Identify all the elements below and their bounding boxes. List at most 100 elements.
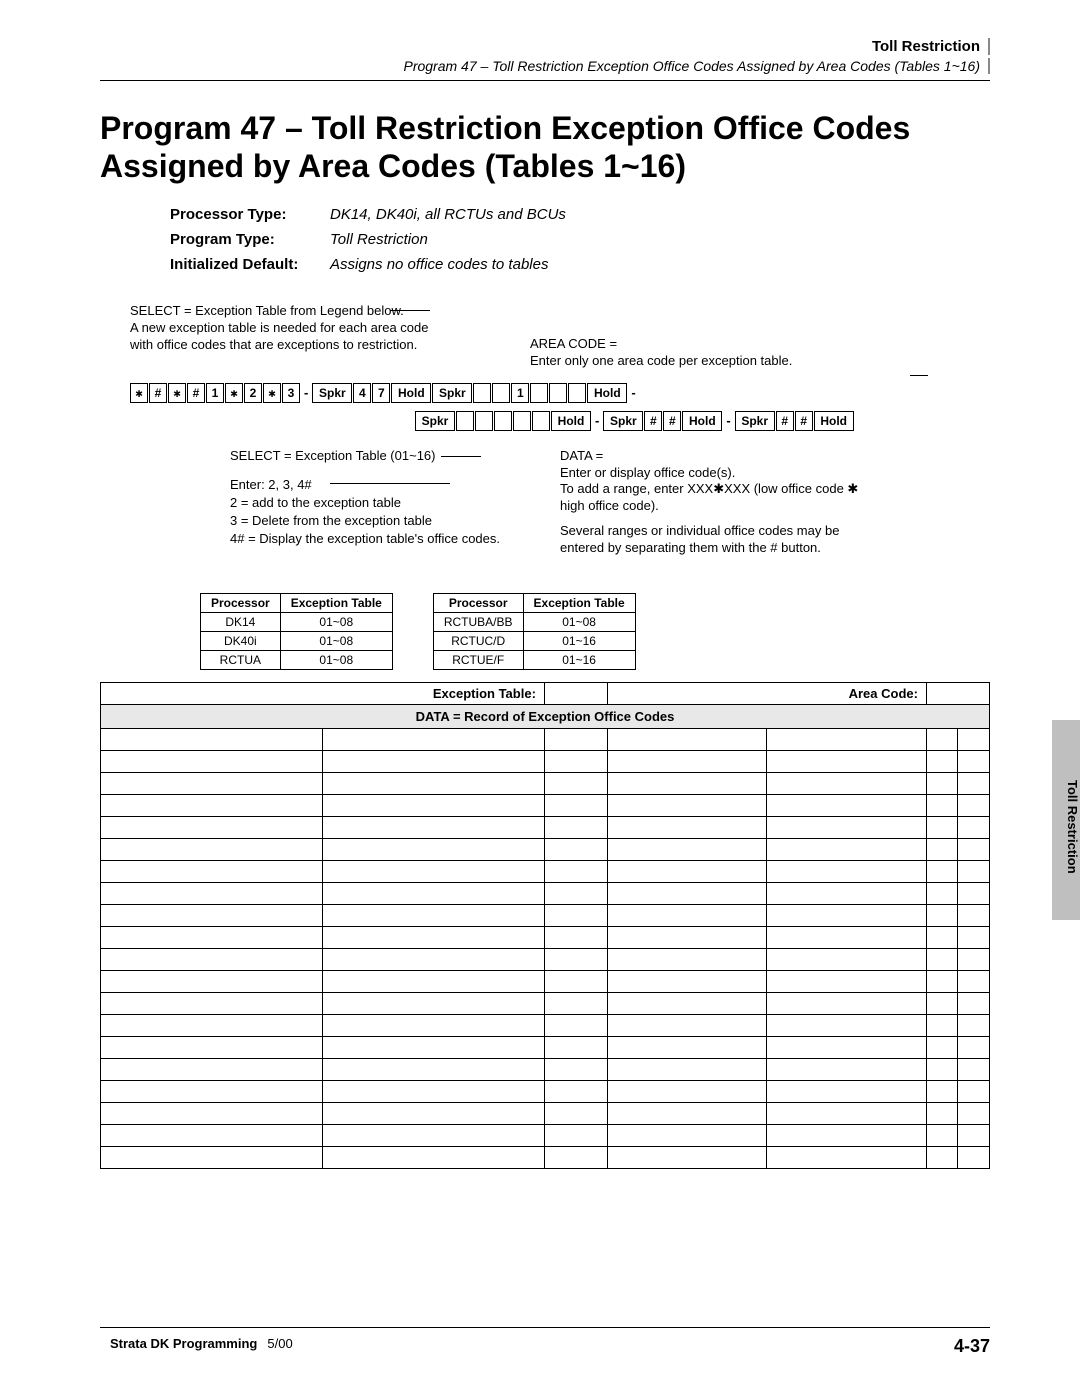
key-star: ✱ [130,383,148,403]
table-row [101,794,990,816]
table-cell [322,794,544,816]
key-1: 1 [206,383,224,403]
exception-table-label: Exception Table: [101,682,545,704]
table-cell [767,750,927,772]
table-cell [101,860,323,882]
table-cell [958,1124,990,1146]
key-blank [530,383,548,403]
table-cell [926,750,957,772]
table-row [101,882,990,904]
key-sequence-row-2: Spkr Hold - Spkr # # Hold - Spkr # # Hol… [415,411,854,431]
select-note-3: SELECT = Exception Table (01~16) [230,448,435,463]
table-cell [607,860,767,882]
table-cell [544,970,607,992]
table-cell [958,1102,990,1124]
key-blank [532,411,550,431]
td: DK40i [201,631,281,650]
table-cell [322,904,544,926]
processor-table-2: ProcessorException Table RCTUBA/BB01~08 … [433,593,636,670]
meta-block: Processor Type:DK14, DK40i, all RCTUs an… [170,206,990,273]
table-row [101,904,990,926]
td: 01~16 [523,631,635,650]
table-cell [322,882,544,904]
table-cell [767,728,927,750]
select-note-2: A new exception table is needed for each… [130,320,440,354]
table-cell [322,750,544,772]
td: RCTUC/D [433,631,523,650]
key-spkr: Spkr [603,411,643,431]
table-cell [322,816,544,838]
data-note: Enter or display office code(s). [560,465,735,482]
table-cell [926,882,957,904]
table-cell [607,948,767,970]
table-cell [767,860,927,882]
table-cell [322,992,544,1014]
table-cell [101,1146,323,1168]
table-cell [958,992,990,1014]
table-cell [958,1014,990,1036]
table-cell [958,926,990,948]
select-note-1: SELECT = Exception Table from Legend bel… [130,303,440,320]
init-default-label: Initialized Default: [170,256,330,273]
table-cell [607,794,767,816]
table-row [101,1058,990,1080]
separator-note: Several ranges or individual office code… [560,523,880,557]
processor-tables: ProcessorException Table DK1401~08 DK40i… [200,593,990,670]
table-cell [101,1036,323,1058]
table-cell [322,838,544,860]
table-cell [607,838,767,860]
key-spkr: Spkr [312,383,352,403]
table-cell [767,926,927,948]
key-blank [494,411,512,431]
table-cell [322,772,544,794]
enter-opt-3: 3 = Delete from the exception table [230,512,500,530]
key-hold: Hold [587,383,627,403]
table-cell [101,948,323,970]
table-cell [607,904,767,926]
footer-doc-title: Strata DK Programming [110,1336,257,1351]
table-cell [958,882,990,904]
table-cell [544,728,607,750]
table-cell [767,1146,927,1168]
table-cell [926,948,957,970]
table-cell [926,1058,957,1080]
page-footer: Strata DK Programming5/00 4-37 [100,1327,990,1357]
table-cell [544,750,607,772]
proc-type-label: Processor Type: [170,206,330,223]
key-blank [456,411,474,431]
table-cell [101,1080,323,1102]
header-rule [100,80,990,81]
table-cell [322,970,544,992]
table-cell [958,794,990,816]
table-cell [322,728,544,750]
prog-type-value: Toll Restriction [330,231,428,248]
key-spkr: Spkr [415,411,455,431]
key-sequence-row-1: ✱ # ✱ # 1 ✱ 2 ✱ 3 - Spkr 4 7 Hold Spkr 1… [130,383,639,403]
table-cell [322,926,544,948]
th-processor: Processor [201,593,281,612]
key-4: 4 [353,383,371,403]
exception-codes-table: Exception Table: Area Code: DATA = Recor… [100,682,990,1169]
table-cell [544,772,607,794]
key-star: ✱ [263,383,281,403]
table-cell [101,816,323,838]
table-cell [607,970,767,992]
table-cell [958,1146,990,1168]
footer-page-number: 4-37 [954,1336,990,1357]
areacode-note: Enter only one area code per exception t… [530,353,792,370]
table-cell [926,838,957,860]
table-cell [607,1102,767,1124]
table-cell [101,1124,323,1146]
areacode-label: AREA CODE = [530,336,792,353]
table-row [101,1080,990,1102]
table-row [101,1102,990,1124]
table-cell [767,816,927,838]
table-row [101,772,990,794]
table-cell [926,970,957,992]
table-cell [322,1080,544,1102]
td: RCTUE/F [433,650,523,669]
table-cell [101,904,323,926]
table-cell [101,794,323,816]
key-spkr: Spkr [432,383,472,403]
init-default-value: Assigns no office codes to tables [330,256,548,273]
